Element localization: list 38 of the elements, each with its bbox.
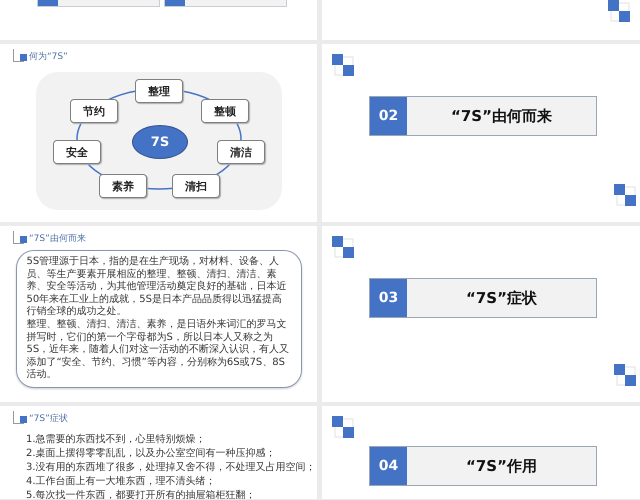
paragraph: 5S管理源于日本，指的是在生产现场，对材料、设备、人员、等生产要素开展相应的整理、整顿、清扫、清洁、素养、安全等活动，为其他管理活动奠定良好的基础，日本近50年来在工业上的成就，5S是日本产品品质得以迅猛提高行销全球的成功之处。 bbox=[26, 256, 288, 318]
list-item: 1.急需要的东西找不到，心里特别烦燥； bbox=[26, 433, 207, 446]
section-number: 02 bbox=[370, 97, 407, 135]
bracket-icon bbox=[13, 411, 24, 424]
list-item: 2.桌面上摆得零零乱乱，以及办公室空间有一种压抑感； bbox=[26, 447, 277, 460]
squares-icon bbox=[608, 0, 630, 22]
slide-thumbnail[interactable]: 03 “7S”症状 bbox=[322, 226, 640, 402]
bracket-icon bbox=[13, 49, 24, 62]
squares-icon bbox=[332, 416, 354, 438]
squares-icon bbox=[332, 54, 354, 76]
diagram-node: 清洁 bbox=[217, 140, 265, 164]
section-number: 03 bbox=[370, 279, 407, 317]
diagram-node: 整理 bbox=[135, 79, 183, 103]
diagram-node: 节约 bbox=[70, 99, 118, 123]
slide-heading: “7S”由何而来 bbox=[29, 234, 86, 244]
section-title: “7S”由何而来 bbox=[450, 106, 553, 126]
slide-heading: “7S”症状 bbox=[29, 414, 68, 424]
diagram-node: 安全 bbox=[53, 140, 101, 164]
slide-thumbnail[interactable] bbox=[0, 0, 317, 40]
section-number: 04 bbox=[370, 447, 407, 485]
list-item: 3.没有用的东西堆了很多，处理掉又舍不得，不处理又占用空间； bbox=[26, 461, 317, 474]
slide-thumbnail[interactable]: 02 “7S”由何而来 bbox=[322, 44, 640, 222]
squares-icon bbox=[614, 364, 636, 386]
slide-thumbnail[interactable]: 04 “7S”作用 bbox=[322, 406, 640, 499]
slide-thumbnail[interactable] bbox=[0, 226, 317, 402]
diagram-node: 整顿 bbox=[201, 99, 249, 123]
section-title: “7S”作用 bbox=[465, 456, 538, 476]
squares-icon bbox=[332, 236, 354, 258]
diagram-node: 清扫 bbox=[172, 174, 220, 198]
section-title: “7S”症状 bbox=[465, 288, 538, 308]
squares-icon bbox=[614, 184, 636, 206]
paragraph: 整理、整顿、清扫、清洁、素养，是日语外来词汇的罗马文拼写时，它们的第一个字母都为S，所以日本人又称之为5S，近年来，随着人们对这一活动的不断深入认识，有人又添加了“安全、节约、习惯”等内容，分别称为6S或7S、8S活动。 bbox=[26, 318, 290, 382]
list-item: 4.工作台面上有一大堆东西，理不清头绪； bbox=[26, 475, 217, 488]
slide-heading: 何为“7S” bbox=[29, 52, 68, 62]
slide-thumbnail[interactable]: 何为“7S” 整理 节约 整顿 7S 安全 清洁 素养 清扫 bbox=[0, 44, 317, 222]
bracket-icon bbox=[13, 231, 24, 244]
slide-thumbnail[interactable] bbox=[322, 0, 640, 40]
diagram-node: 素养 bbox=[99, 174, 147, 198]
